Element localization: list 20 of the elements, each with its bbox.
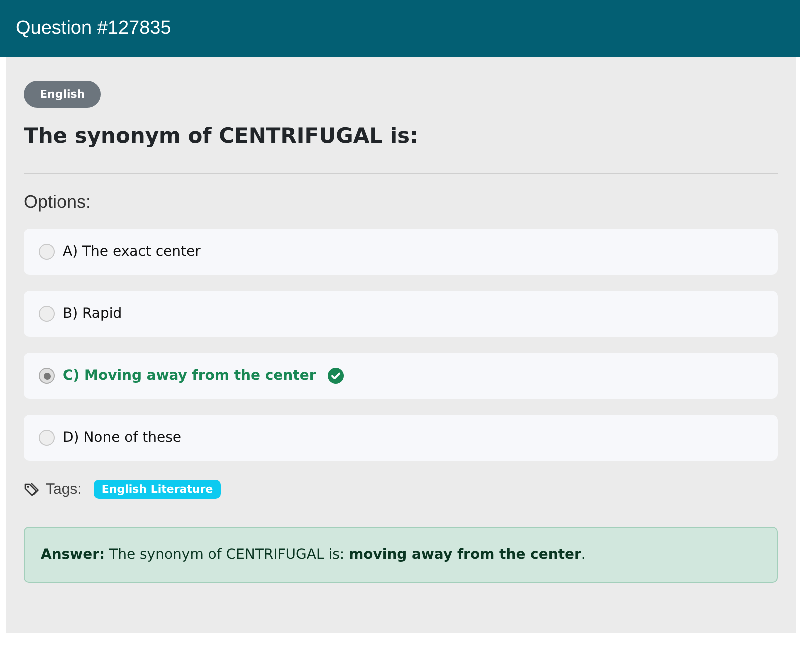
category-badge: English <box>24 81 102 108</box>
tags-label: Tags: <box>46 481 82 498</box>
option-text: C) Moving away from the center <box>63 368 316 384</box>
radio-button[interactable] <box>39 430 55 446</box>
option-item[interactable]: D) None of these <box>24 415 778 461</box>
answer-alert: Answer: The synonym of CENTRIFUGAL is: moving away from the center. <box>24 527 778 583</box>
page-title: Question #127835 <box>16 18 172 40</box>
radio-button[interactable] <box>39 368 55 384</box>
radio-button[interactable] <box>39 306 55 322</box>
option-text: D) None of these <box>63 430 182 446</box>
options-label: Options: <box>24 192 92 213</box>
option-text: B) Rapid <box>63 306 122 322</box>
tags-icon <box>24 482 40 498</box>
option-text: A) The exact center <box>63 244 201 260</box>
question-text: The synonym of CENTRIFUGAL is: <box>24 124 418 148</box>
option-item[interactable]: B) Rapid <box>24 291 778 337</box>
radio-button[interactable] <box>39 244 55 260</box>
option-item[interactable]: C) Moving away from the center <box>24 353 778 399</box>
option-item[interactable]: A) The exact center <box>24 229 778 275</box>
check-circle-icon <box>328 368 344 384</box>
